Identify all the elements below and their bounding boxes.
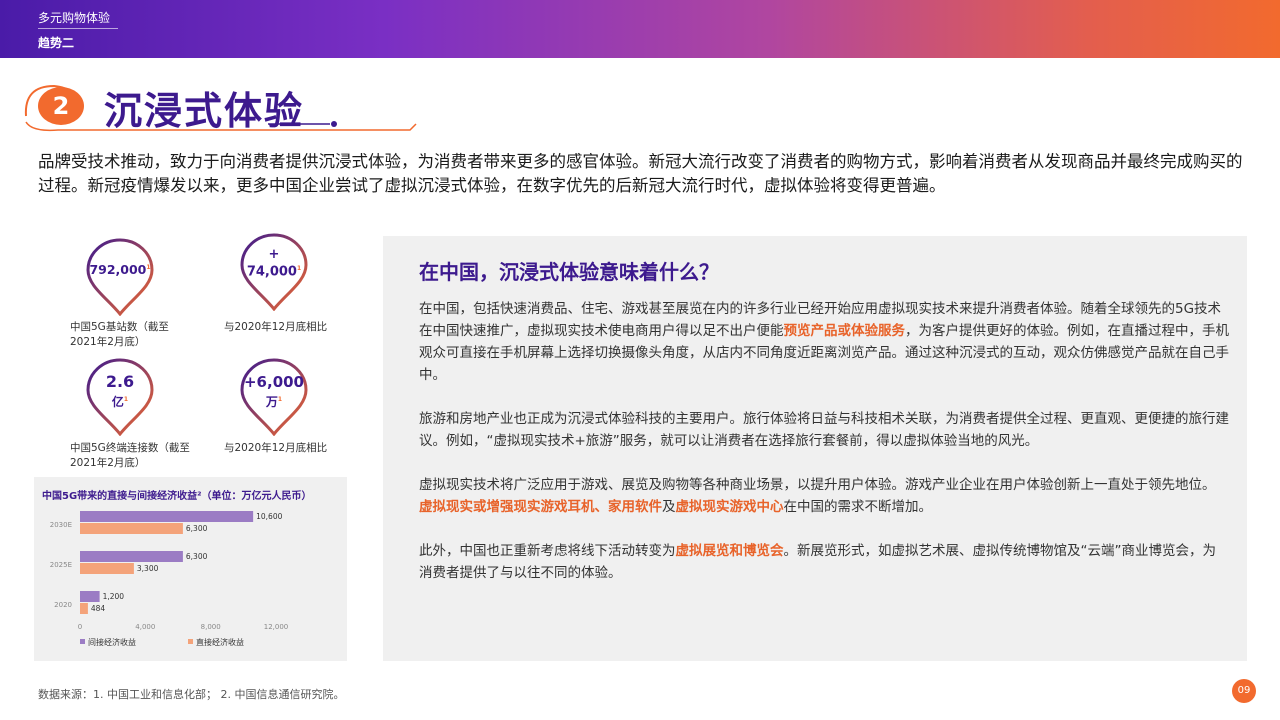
page-number: 09 [1232,679,1256,703]
legend-label: 间接经济收益 [88,637,136,647]
stat-base-stations: 792,0001 [85,238,155,316]
section-label: 多元购物体验 [38,11,111,25]
tick-label: 4,000 [135,623,155,631]
panel-title: 在中国，沉浸式体验意味着什么？ [419,260,719,284]
data-label: 6,300 [186,524,208,533]
bar-chart: 2030E 10,600 6,300 2025E 6,300 3,300 2020 1,200… [50,511,289,647]
map-pin-icon [86,238,154,316]
section-number-badge: 2 [36,86,86,126]
bar [80,511,254,522]
legend-swatch [80,639,85,644]
legend-swatch [188,639,193,644]
trend-label: 趋势二 [38,36,75,50]
stat-caption: 与2020年12月底相比 [224,321,328,333]
economic-benefit-chart: 2030E 10,600 6,300 2025E 6,300 3,300 2020 1,200… [34,477,347,661]
data-label: 484 [91,604,106,613]
bar [80,591,100,602]
data-label: 3,300 [137,564,159,573]
stat-terminal-delta: +6,000 万1 [239,358,309,436]
data-label: 6,300 [186,552,208,561]
bar [80,563,134,574]
paragraph-4: 此外，中国也正重新考虑将线下活动转变为虚拟展览和博览会。新展览形式，如虚拟艺术展… [419,543,1216,581]
data-label: 10,600 [256,512,282,521]
data-source: 数据来源：1. 中国工业和信息化部； 2. 中国信息通信研究院。 [38,688,345,701]
paragraph-3: 虚拟现实技术将广泛应用于游戏、展览及购物等各种商业场景，以提升用户体验。游戏产业… [419,477,1216,515]
panel-body: 在中国，包括快速消费品、住宅、游戏甚至展览在内的许多行业已经开始应用虚拟现实技术… [419,298,1229,606]
info-panel: 在中国，沉浸式体验意味着什么？ 在中国，包括快速消费品、住宅、游戏甚至展览在内的… [383,236,1247,661]
stat-base-stations-delta: + 74,0001 [239,233,309,311]
category-label: 2030E [50,521,72,529]
header-banner: 多元购物体验 趋势二 [0,0,1280,58]
chart-title: 中国5G带来的直接与间接经济收益²（单位：万亿元人民币） [42,491,312,502]
paragraph-2: 旅游和房地产业也正成为沉浸式体验科技的主要用户。旅行体验将日益与科技相术关联，为… [419,411,1229,449]
category-label: 2025E [50,561,72,569]
category-label: 2020 [54,601,72,609]
stat-terminal-connections: 2.6 亿1 [85,358,155,436]
bar [80,603,88,614]
legend-label: 直接经济收益 [196,637,244,647]
page-title: 沉浸式体验 [104,89,305,133]
stat-value: 792,000 [89,262,147,277]
bar [80,523,183,534]
tick-label: 0 [78,623,82,631]
stat-caption: 与2020年12月底相比 [224,442,328,454]
stat-caption: 中国5G基站数（截至2021年2月底） [70,321,169,348]
paragraph-1: 在中国，包括快速消费品、住宅、游戏甚至展览在内的许多行业已经开始应用虚拟现实技术… [419,301,1229,383]
tick-label: 8,000 [201,623,221,631]
stat-caption: 中国5G终端连接数（截至2021年2月底） [70,442,190,469]
tick-label: 12,000 [264,623,289,631]
header-divider [38,28,118,29]
data-label: 1,200 [103,592,125,601]
bar [80,551,183,562]
intro-paragraph: 品牌受技术推动，致力于向消费者提供沉浸式体验，为消费者带来更多的感官体验。新冠大… [38,152,1243,195]
section-number: 2 [53,92,70,120]
